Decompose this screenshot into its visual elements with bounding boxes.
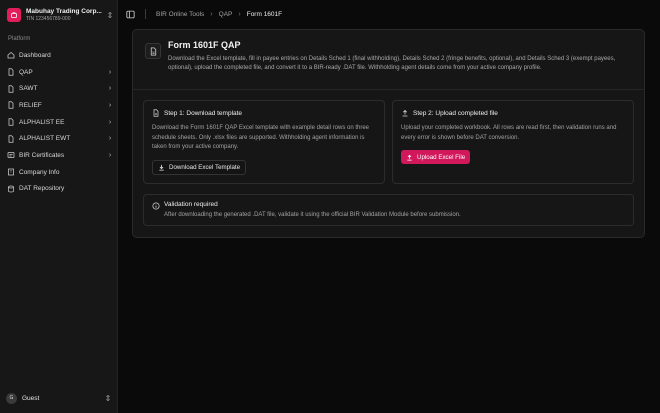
- sidebar-item-sawt[interactable]: SAWT ›: [4, 80, 114, 97]
- chevron-right-icon: ›: [108, 68, 112, 76]
- breadcrumb-current: Form 1601F: [246, 10, 283, 18]
- home-icon: [7, 51, 15, 59]
- certificate-icon: [7, 151, 15, 159]
- download-icon: [158, 164, 165, 171]
- chevrons-up-down-icon: ⇕: [104, 393, 112, 403]
- step1-title: Step 1: Download template: [164, 109, 243, 117]
- validation-notice: Validation required After downloading th…: [143, 194, 634, 226]
- chevron-right-icon: ›: [238, 10, 241, 18]
- page-description: Download the Excel template, fill in pay…: [168, 56, 616, 71]
- sidebar: Mabuhay Trading Corp... TIN 123456789-00…: [0, 0, 118, 413]
- company-tin: TIN 123456789-000: [26, 16, 71, 22]
- avatar: G: [6, 392, 17, 404]
- info-circle-icon: [152, 202, 160, 210]
- download-template-button[interactable]: Download Excel Template: [152, 160, 247, 175]
- sidebar-section-label: Platform: [8, 36, 31, 42]
- file-icon: [7, 101, 15, 110]
- chevron-right-icon: ›: [108, 118, 112, 126]
- user-name: Guest: [22, 394, 40, 402]
- file-icon: [7, 135, 15, 143]
- document-icon: [145, 43, 161, 59]
- validation-text: After downloading the generated .DAT fil…: [164, 212, 461, 218]
- file-icon: [7, 85, 15, 93]
- upload-excel-button[interactable]: Upload Excel File: [401, 150, 471, 164]
- building-icon: [7, 168, 15, 176]
- page-title: Form 1601F QAP: [168, 40, 241, 50]
- sidebar-item-alphalist-ewt[interactable]: ALPHALIST EWT ›: [4, 130, 114, 147]
- chevrons-up-down-icon: ⇕: [106, 10, 114, 20]
- sidebar-nav: Dashboard QAP › SAWT › RELIEF › ALPHALIS…: [4, 47, 114, 197]
- sidebar-item-relief[interactable]: RELIEF ›: [4, 97, 114, 114]
- divider: [145, 9, 146, 19]
- sidebar-item-alphalist-ee[interactable]: ALPHALIST EE ›: [4, 114, 114, 131]
- top-bar: BIR Online Tools › QAP › Form 1601F: [118, 0, 660, 28]
- breadcrumb-qap[interactable]: QAP: [219, 11, 233, 18]
- step2-title: Step 2: Upload completed file: [413, 109, 498, 117]
- upload-icon: [406, 154, 413, 161]
- sidebar-item-bir-certificates[interactable]: BIR Certificates ›: [4, 147, 114, 164]
- file-icon: [7, 118, 15, 126]
- chevron-right-icon: ›: [108, 151, 112, 159]
- company-logo-icon: [7, 8, 21, 22]
- company-name: Mabuhay Trading Corp...: [26, 8, 102, 15]
- chevron-right-icon: ›: [108, 135, 112, 143]
- step2-card: Step 2: Upload completed file Upload you…: [392, 100, 634, 184]
- step2-text: Upload your completed workbook. All rows…: [401, 125, 617, 141]
- upload-icon: [401, 109, 409, 117]
- chevron-right-icon: ›: [210, 10, 213, 18]
- sidebar-item-dat-repository[interactable]: DAT Repository: [4, 181, 114, 198]
- file-text-icon: [152, 109, 160, 117]
- step1-text: Download the Form 1601F QAP Excel templa…: [152, 125, 369, 151]
- company-switcher[interactable]: Mabuhay Trading Corp... TIN 123456789-00…: [4, 5, 114, 25]
- validation-title: Validation required: [164, 201, 218, 208]
- sidebar-item-dashboard[interactable]: Dashboard: [4, 47, 114, 64]
- chevron-right-icon: ›: [108, 85, 112, 93]
- sidebar-toggle-icon[interactable]: [126, 10, 135, 19]
- chevron-right-icon: ›: [108, 101, 112, 109]
- file-icon: [7, 68, 15, 76]
- step1-card: Step 1: Download template Download the F…: [143, 100, 385, 184]
- breadcrumb-bir-online-tools[interactable]: BIR Online Tools: [156, 11, 204, 18]
- form-panel: Form 1601F QAP Download the Excel templa…: [132, 29, 645, 238]
- sidebar-item-company-info[interactable]: Company Info: [4, 164, 114, 181]
- divider: [133, 89, 644, 90]
- user-menu[interactable]: G Guest ⇕: [6, 390, 112, 406]
- database-icon: [7, 185, 15, 193]
- sidebar-item-qap[interactable]: QAP ›: [4, 64, 114, 81]
